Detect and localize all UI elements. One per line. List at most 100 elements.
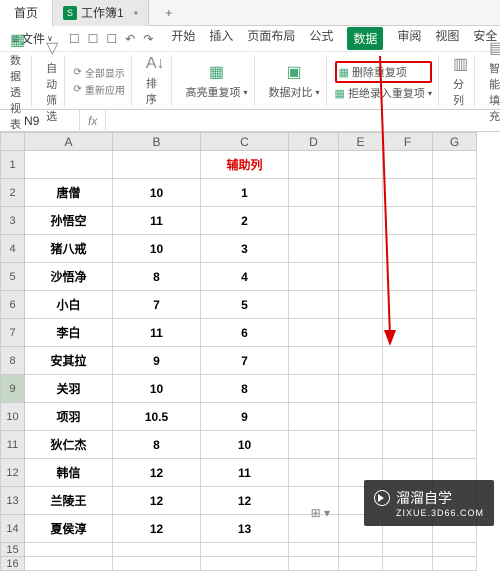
- row-header-1[interactable]: 1: [1, 151, 25, 179]
- row-header-10[interactable]: 10: [1, 403, 25, 431]
- menu-数据[interactable]: 数据: [347, 27, 383, 50]
- ribbon-data-compare[interactable]: ▣ 数据对比▾: [263, 55, 327, 107]
- cell-pop[interactable]: 11: [113, 319, 201, 347]
- cell-aux[interactable]: 3: [201, 235, 289, 263]
- cell-name[interactable]: 孙悟空: [25, 207, 113, 235]
- ribbon-split-col[interactable]: ▥ 分列: [447, 55, 475, 107]
- row-header-8[interactable]: 8: [1, 347, 25, 375]
- tab-workbook[interactable]: S 工作簿1 •: [53, 0, 149, 26]
- col-header-D[interactable]: D: [289, 133, 339, 151]
- cell-aux[interactable]: 13: [201, 515, 289, 543]
- ribbon-smartfill-label: 智能填充: [489, 60, 500, 124]
- ribbon-showall[interactable]: ⟳全部显示: [73, 65, 124, 80]
- header-aux[interactable]: 辅助列: [201, 151, 289, 179]
- row-header-5[interactable]: 5: [1, 263, 25, 291]
- cell-pop[interactable]: 8: [113, 263, 201, 291]
- filter-icon: ▽: [46, 38, 58, 58]
- select-all-corner[interactable]: [1, 133, 25, 151]
- ribbon-highlight-dup[interactable]: ▦ 高亮重复项▾: [180, 55, 255, 107]
- cell-pop[interactable]: 10: [113, 235, 201, 263]
- ribbon-smart-fill[interactable]: ▤ 智能填充: [483, 55, 500, 107]
- cell-name[interactable]: 小白: [25, 291, 113, 319]
- col-header-G[interactable]: G: [433, 133, 477, 151]
- cell-name[interactable]: 韩信: [25, 459, 113, 487]
- cell-pop[interactable]: 12: [113, 515, 201, 543]
- row-header-14[interactable]: 14: [1, 515, 25, 543]
- cell-pop[interactable]: 9: [113, 347, 201, 375]
- save-icon[interactable]: ☐: [69, 32, 80, 46]
- cell-aux[interactable]: 6: [201, 319, 289, 347]
- cell-pop[interactable]: 10.5: [113, 403, 201, 431]
- tab-add-button[interactable]: +: [155, 6, 183, 20]
- cell-name[interactable]: 狄仁杰: [25, 431, 113, 459]
- cell-aux[interactable]: 7: [201, 347, 289, 375]
- row-header-7[interactable]: 7: [1, 319, 25, 347]
- cell-pop[interactable]: 10: [113, 179, 201, 207]
- cell-aux[interactable]: 1: [201, 179, 289, 207]
- menu-插入[interactable]: 插入: [209, 27, 233, 50]
- cell-aux[interactable]: 2: [201, 207, 289, 235]
- redo-icon[interactable]: ↷: [143, 32, 153, 46]
- cell-name[interactable]: 项羽: [25, 403, 113, 431]
- cell-name[interactable]: 沙悟净: [25, 263, 113, 291]
- ribbon-reapply[interactable]: ⟳重新应用: [73, 82, 124, 97]
- reapply-icon: ⟳: [73, 84, 81, 95]
- cell-pop[interactable]: 11: [113, 207, 201, 235]
- row-header-6[interactable]: 6: [1, 291, 25, 319]
- cell-pop[interactable]: 12: [113, 459, 201, 487]
- header-pop[interactable]: 人气度: [113, 151, 201, 179]
- menu-审阅[interactable]: 审阅: [397, 27, 421, 50]
- col-header-E[interactable]: E: [339, 133, 383, 151]
- cell-pop[interactable]: 10: [113, 375, 201, 403]
- cell-aux[interactable]: 10: [201, 431, 289, 459]
- cell-aux[interactable]: 8: [201, 375, 289, 403]
- ribbon-autofilter[interactable]: ▽ 自动筛选: [40, 55, 65, 107]
- cell-aux[interactable]: 9: [201, 403, 289, 431]
- header-name[interactable]: 姓名: [25, 151, 113, 179]
- cell-aux[interactable]: 5: [201, 291, 289, 319]
- print-icon[interactable]: ☐: [88, 32, 99, 46]
- cell-pop[interactable]: 12: [113, 487, 201, 515]
- row-header-16[interactable]: 16: [1, 557, 25, 571]
- watermark: 溜溜自学 ZIXUE.3D66.COM: [364, 480, 494, 526]
- col-header-B[interactable]: B: [113, 133, 201, 151]
- row-header-4[interactable]: 4: [1, 235, 25, 263]
- cell-name[interactable]: 安其拉: [25, 347, 113, 375]
- cell-aux[interactable]: 11: [201, 459, 289, 487]
- row-header-15[interactable]: 15: [1, 543, 25, 557]
- pivot-icon: ▦: [10, 30, 25, 50]
- row-header-9[interactable]: 9: [1, 375, 25, 403]
- fx-icon[interactable]: fx: [80, 110, 106, 132]
- cell-pop[interactable]: 7: [113, 291, 201, 319]
- row-header-12[interactable]: 12: [1, 459, 25, 487]
- cell-name[interactable]: 猪八戒: [25, 235, 113, 263]
- undo-icon[interactable]: ↶: [125, 32, 135, 46]
- cell-name[interactable]: 李白: [25, 319, 113, 347]
- ribbon-autofilter-label: 自动筛选: [46, 60, 58, 124]
- tab-home[interactable]: 首页: [0, 0, 53, 26]
- menu-视图[interactable]: 视图: [435, 27, 459, 50]
- menu-开始[interactable]: 开始: [171, 27, 195, 50]
- ribbon-sort[interactable]: A↓ 排序: [140, 55, 172, 107]
- col-header-A[interactable]: A: [25, 133, 113, 151]
- cell-name[interactable]: 关羽: [25, 375, 113, 403]
- ribbon-pivot[interactable]: ▦ 数据透视表: [4, 55, 32, 107]
- sort-icon: A↓: [146, 55, 165, 73]
- menu-公式[interactable]: 公式: [309, 27, 333, 50]
- preview-icon[interactable]: ☐: [106, 32, 117, 46]
- ribbon-reject-dup[interactable]: ▦拒绝录入重复项▾: [335, 85, 432, 101]
- cell-aux[interactable]: 12: [201, 487, 289, 515]
- col-header-C[interactable]: C: [201, 133, 289, 151]
- menu-页面布局[interactable]: 页面布局: [247, 27, 295, 50]
- row-header-2[interactable]: 2: [1, 179, 25, 207]
- row-header-11[interactable]: 11: [1, 431, 25, 459]
- cell-aux[interactable]: 4: [201, 263, 289, 291]
- cell-pop[interactable]: 8: [113, 431, 201, 459]
- row-header-3[interactable]: 3: [1, 207, 25, 235]
- ribbon-remove-dup[interactable]: ▦删除重复项: [335, 61, 432, 83]
- cell-name[interactable]: 夏侯淳: [25, 515, 113, 543]
- cell-name[interactable]: 兰陵王: [25, 487, 113, 515]
- cell-name[interactable]: 唐僧: [25, 179, 113, 207]
- row-header-13[interactable]: 13: [1, 487, 25, 515]
- col-header-F[interactable]: F: [383, 133, 433, 151]
